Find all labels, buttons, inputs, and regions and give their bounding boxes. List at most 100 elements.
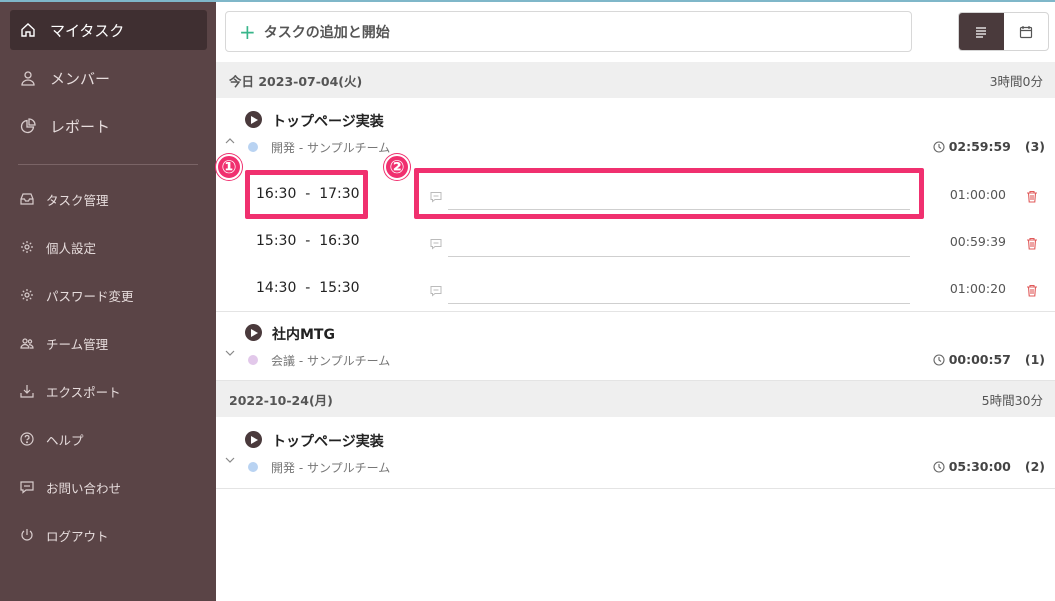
comment-input[interactable] <box>448 256 910 257</box>
trash-icon[interactable] <box>1026 282 1038 297</box>
add-task-input[interactable]: + タスクの追加と開始 <box>225 11 912 52</box>
sidebar-item-label: マイタスク <box>50 21 125 40</box>
play-button[interactable] <box>245 431 262 448</box>
time-entry-row: 14:30 - 15:30 01:00:20 <box>216 263 1055 309</box>
time-range[interactable]: 14:30 - 15:30 <box>256 280 360 296</box>
sidebar: マイタスク メンバー レポート タスク管理 個人設定 パスワード変更 チーム管理… <box>0 2 216 601</box>
team-icon <box>20 336 34 350</box>
entry-count: (1) <box>1024 352 1045 367</box>
comment-icon <box>430 282 442 297</box>
sidebar-item-report[interactable]: レポート <box>10 106 207 146</box>
list-icon <box>976 26 987 38</box>
time-entry-row: 15:30 - 16:30 00:59:39 <box>216 216 1055 262</box>
add-task-placeholder: タスクの追加と開始 <box>263 24 390 41</box>
main-content: + タスクの追加と開始 今日 2023-07-04(火) 3時間0分 トップペー… <box>216 2 1055 601</box>
clock-icon <box>933 353 945 366</box>
play-button[interactable] <box>245 324 262 341</box>
chevron-up-icon[interactable] <box>224 132 236 144</box>
task-duration: 00:00:57 <box>948 352 1011 367</box>
power-icon <box>20 528 34 542</box>
message-icon <box>20 480 34 494</box>
team-label: 開発 - サンプルチーム <box>271 461 391 475</box>
inbox-icon <box>20 192 34 206</box>
play-icon <box>250 435 258 444</box>
sidebar-item-label: タスク管理 <box>46 192 109 208</box>
sidebar-item-team-management[interactable]: チーム管理 <box>10 323 207 363</box>
task-total: 00:00:57 (1) <box>933 352 1045 367</box>
sidebar-item-label: レポート <box>50 117 111 136</box>
chevron-down-icon[interactable] <box>224 344 236 356</box>
sidebar-item-label: チーム管理 <box>46 336 109 352</box>
sidebar-item-change-password[interactable]: パスワード変更 <box>10 275 207 315</box>
sidebar-item-logout[interactable]: ログアウト <box>10 515 207 555</box>
home-icon <box>20 22 36 38</box>
clock-icon <box>933 140 945 153</box>
trash-icon[interactable] <box>1026 188 1038 203</box>
sidebar-item-contact[interactable]: お問い合わせ <box>10 467 207 507</box>
date-group-header: 2022-10-24(月) 5時間30分 <box>216 381 1055 417</box>
download-icon <box>20 384 34 398</box>
date-total: 3時間0分 <box>989 73 1043 89</box>
play-button[interactable] <box>245 111 262 128</box>
entry-duration: 01:00:20 <box>949 281 1006 296</box>
sidebar-item-label: お問い合わせ <box>46 480 122 496</box>
time-range[interactable]: 15:30 - 16:30 <box>256 233 360 249</box>
annotation-badge-2: ② <box>384 154 410 180</box>
comment-input[interactable] <box>448 303 910 304</box>
task-item: 社内MTG 会議 - サンプルチーム 00:00:57 (1) <box>216 312 1055 381</box>
sidebar-item-task-management[interactable]: タスク管理 <box>10 179 207 219</box>
task-total: 02:59:59 (3) <box>933 139 1045 154</box>
help-icon <box>20 432 34 446</box>
pie-chart-icon <box>20 118 36 134</box>
sidebar-item-help[interactable]: ヘルプ <box>10 419 207 459</box>
highlight-box-comment <box>414 168 924 219</box>
sidebar-item-label: ログアウト <box>46 528 109 544</box>
sidebar-item-label: ヘルプ <box>46 432 84 448</box>
sidebar-item-personal-settings[interactable]: 個人設定 <box>10 227 207 267</box>
team-color-dot <box>248 142 258 152</box>
sidebar-item-label: パスワード変更 <box>46 288 134 304</box>
entry-count: (3) <box>1024 139 1045 154</box>
gear-icon <box>20 288 34 302</box>
calendar-icon <box>1019 25 1032 38</box>
date-total: 5時間30分 <box>981 392 1043 408</box>
play-icon <box>250 328 258 337</box>
annotation-badge-1: ① <box>216 154 242 180</box>
team-color-dot <box>248 355 258 365</box>
task-name[interactable]: トップページ実装 <box>272 431 384 451</box>
entry-duration: 00:59:39 <box>949 234 1006 249</box>
sidebar-divider <box>18 164 198 165</box>
sidebar-item-label: メンバー <box>50 69 111 88</box>
entry-duration: 01:00:00 <box>949 187 1006 202</box>
task-duration: 05:30:00 <box>948 459 1011 474</box>
user-icon <box>20 70 36 86</box>
gear-icon <box>20 240 34 254</box>
task-name[interactable]: トップページ実装 <box>272 111 384 131</box>
task-total: 05:30:00 (2) <box>933 459 1045 474</box>
task-item: トップページ実装 開発 - サンプルチーム 05:30:00 (2) <box>216 417 1055 489</box>
comment-icon <box>430 235 442 250</box>
task-duration: 02:59:59 <box>948 139 1011 154</box>
sidebar-item-label: エクスポート <box>46 384 121 400</box>
task-name[interactable]: 社内MTG <box>272 324 335 344</box>
team-label: 開発 - サンプルチーム <box>271 141 391 155</box>
date-group-header: 今日 2023-07-04(火) 3時間0分 <box>216 62 1055 98</box>
sidebar-item-members[interactable]: メンバー <box>10 58 207 98</box>
team-color-dot <box>248 462 258 472</box>
view-toggle <box>958 12 1049 51</box>
entry-count: (2) <box>1024 459 1045 474</box>
sidebar-item-my-tasks[interactable]: マイタスク <box>10 10 207 50</box>
date-label: 2022-10-24(月) <box>229 392 333 408</box>
date-label: 今日 2023-07-04(火) <box>229 73 363 89</box>
play-icon <box>250 115 258 124</box>
sidebar-item-export[interactable]: エクスポート <box>10 371 207 411</box>
team-label: 会議 - サンプルチーム <box>271 354 391 368</box>
clock-icon <box>933 460 945 473</box>
list-view-button[interactable] <box>959 13 1004 50</box>
plus-icon: + <box>239 19 256 44</box>
calendar-view-button[interactable] <box>1004 13 1049 50</box>
highlight-box-time <box>245 170 368 219</box>
sidebar-item-label: 個人設定 <box>46 240 97 256</box>
chevron-down-icon[interactable] <box>224 451 236 463</box>
trash-icon[interactable] <box>1026 235 1038 250</box>
